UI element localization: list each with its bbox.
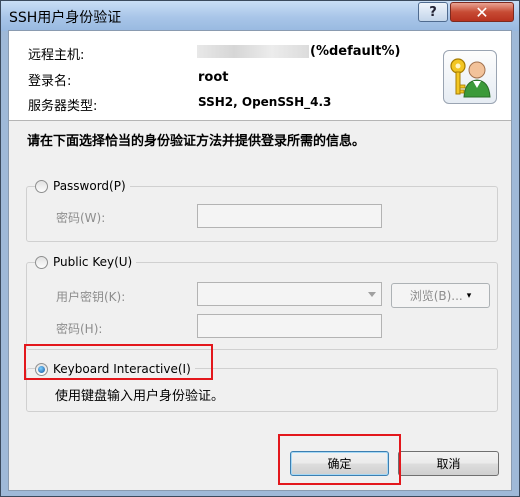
cancel-label: 取消: [436, 457, 461, 471]
password-radio[interactable]: Password(P): [35, 179, 130, 193]
password-field-label: 密码(W):: [56, 211, 106, 225]
redacted-host: [197, 45, 309, 58]
server-type-value: SSH2, OpenSSH_4.3: [198, 95, 332, 109]
remote-host-label: 远程主机:: [28, 48, 85, 63]
instruction-text: 请在下面选择恰当的身份验证方法并提供登录所需的信息。: [27, 134, 366, 149]
browse-button[interactable]: 浏览(B)... ▾: [391, 283, 490, 308]
password-radio-label: Password(P): [53, 179, 126, 193]
server-type-label: 服务器类型:: [28, 99, 98, 114]
keyboard-interactive-description: 使用键盘输入用户身份验证。: [55, 389, 225, 404]
password-radio-circle[interactable]: [35, 179, 48, 193]
public-key-radio[interactable]: Public Key(U): [35, 255, 137, 269]
close-icon: ✕: [475, 2, 489, 22]
dialog-body: 远程主机: (%default%) 登录名: root 服务器类型: SSH2,…: [8, 30, 512, 491]
user-key-label: 用户密钥(K):: [56, 290, 126, 304]
key-user-icon: [443, 50, 497, 104]
login-label: 登录名:: [28, 74, 72, 89]
ok-button[interactable]: 确定: [290, 451, 389, 476]
ssh-auth-dialog: SSH用户身份验证 ? ✕ 远程主机: (%default%) 登录名: roo…: [0, 0, 520, 497]
browse-label: 浏览(B)...: [409, 289, 463, 303]
cancel-button[interactable]: 取消: [398, 451, 499, 476]
question-icon: ?: [429, 4, 437, 20]
keyboard-interactive-label: Keyboard Interactive(I): [53, 362, 191, 376]
title-bar[interactable]: SSH用户身份验证 ? ✕: [1, 1, 519, 31]
passphrase-input[interactable]: [197, 314, 382, 338]
connection-info-panel: 远程主机: (%default%) 登录名: root 服务器类型: SSH2,…: [9, 31, 511, 121]
window-title: SSH用户身份验证: [9, 10, 122, 26]
dropdown-arrow-icon: ▾: [466, 290, 472, 301]
passphrase-label: 密码(H):: [56, 322, 103, 336]
password-input[interactable]: [197, 204, 382, 228]
close-button[interactable]: ✕: [450, 2, 514, 22]
ok-label: 确定: [327, 457, 352, 471]
keyboard-interactive-radio-circle[interactable]: [35, 362, 48, 376]
keyboard-interactive-radio[interactable]: Keyboard Interactive(I): [35, 362, 195, 376]
public-key-radio-label: Public Key(U): [53, 255, 133, 269]
chevron-down-icon[interactable]: [368, 292, 376, 297]
user-key-combobox[interactable]: [197, 282, 382, 306]
help-button[interactable]: ?: [418, 2, 448, 22]
login-value: root: [198, 70, 229, 85]
remote-host-value: (%default%): [310, 44, 401, 59]
public-key-radio-circle[interactable]: [35, 255, 48, 269]
